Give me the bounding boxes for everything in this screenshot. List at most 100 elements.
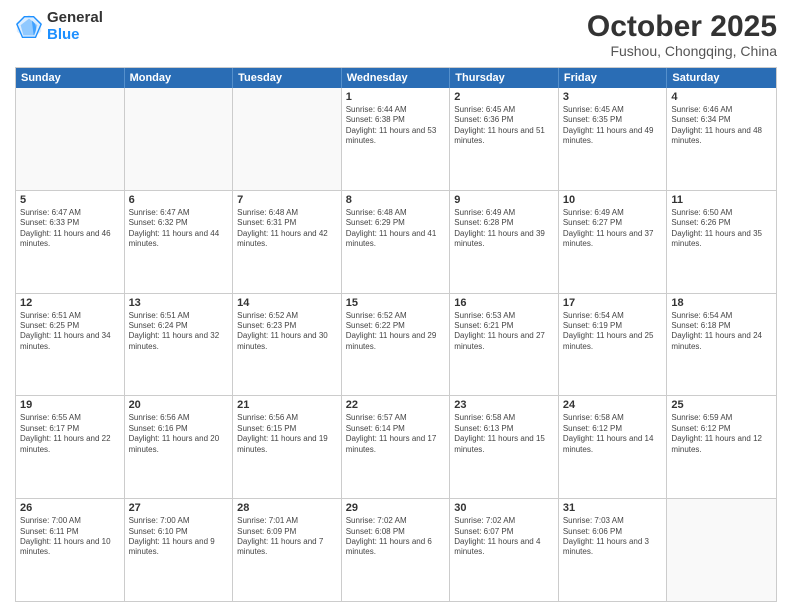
day-details: Sunrise: 7:02 AMSunset: 6:08 PMDaylight:… bbox=[346, 516, 446, 558]
day-details: Sunrise: 6:52 AMSunset: 6:23 PMDaylight:… bbox=[237, 311, 337, 353]
day-details: Sunrise: 6:47 AMSunset: 6:33 PMDaylight:… bbox=[20, 208, 120, 250]
month-title: October 2025 bbox=[587, 10, 777, 43]
day-cell-9: 9Sunrise: 6:49 AMSunset: 6:28 PMDaylight… bbox=[450, 191, 559, 293]
day-number: 31 bbox=[563, 502, 663, 514]
day-details: Sunrise: 6:54 AMSunset: 6:19 PMDaylight:… bbox=[563, 311, 663, 353]
day-cell-5: 5 Sunrise: 6:47 AMSunset: 6:33 PMDaylight… bbox=[16, 191, 125, 293]
day-cell-3: 3 Sunrise: 6:45 AMSunset: 6:35 PMDaylight… bbox=[559, 88, 668, 190]
day-number: 19 bbox=[20, 399, 120, 411]
empty-cell-0-2 bbox=[233, 88, 342, 190]
day-cell-23: 23Sunrise: 6:58 AMSunset: 6:13 PMDayligh… bbox=[450, 396, 559, 498]
day-details: Sunrise: 6:44 AMSunset: 6:38 PMDaylight:… bbox=[346, 105, 446, 147]
day-details: Sunrise: 7:03 AMSunset: 6:06 PMDaylight:… bbox=[563, 516, 663, 558]
day-cell-1: 1Sunrise: 6:44 AMSunset: 6:38 PMDaylight… bbox=[342, 88, 451, 190]
logo-blue: Blue bbox=[47, 27, 103, 44]
day-cell-27: 27Sunrise: 7:00 AMSunset: 6:10 PMDayligh… bbox=[125, 499, 234, 601]
day-details: Sunrise: 6:45 AMSunset: 6:35 PMDaylight:… bbox=[563, 105, 663, 147]
title-block: October 2025 Fushou, Chongqing, China bbox=[587, 10, 777, 59]
day-cell-21: 21Sunrise: 6:56 AMSunset: 6:15 PMDayligh… bbox=[233, 396, 342, 498]
day-cell-28: 28 Sunrise: 7:01 AMSunset: 6:09 PMDayligh… bbox=[233, 499, 342, 601]
day-number: 3 bbox=[563, 91, 663, 103]
logo-icon bbox=[15, 13, 43, 41]
empty-cell-4-6 bbox=[667, 499, 776, 601]
day-details: Sunrise: 6:45 AMSunset: 6:36 PMDaylight:… bbox=[454, 105, 554, 147]
day-details: Sunrise: 6:48 AMSunset: 6:29 PMDaylight:… bbox=[346, 208, 446, 250]
calendar-body: 1Sunrise: 6:44 AMSunset: 6:38 PMDaylight… bbox=[16, 88, 776, 601]
day-cell-4: 4Sunrise: 6:46 AMSunset: 6:34 PMDaylight… bbox=[667, 88, 776, 190]
empty-cell-0-1 bbox=[125, 88, 234, 190]
location-subtitle: Fushou, Chongqing, China bbox=[587, 43, 777, 59]
day-number: 11 bbox=[671, 194, 772, 206]
day-details: Sunrise: 6:57 AMSunset: 6:14 PMDaylight:… bbox=[346, 413, 446, 455]
day-cell-30: 30 Sunrise: 7:02 AMSunset: 6:07 PMDayligh… bbox=[450, 499, 559, 601]
day-details: Sunrise: 7:00 AMSunset: 6:11 PMDaylight:… bbox=[20, 516, 120, 558]
day-number: 20 bbox=[129, 399, 229, 411]
day-details: Sunrise: 7:01 AMSunset: 6:09 PMDaylight:… bbox=[237, 516, 337, 558]
day-number: 15 bbox=[346, 297, 446, 309]
day-number: 8 bbox=[346, 194, 446, 206]
day-number: 7 bbox=[237, 194, 337, 206]
day-details: Sunrise: 6:56 AMSunset: 6:16 PMDaylight:… bbox=[129, 413, 229, 455]
day-cell-24: 24 Sunrise: 6:58 AMSunset: 6:12 PMDayligh… bbox=[559, 396, 668, 498]
header-day-monday: Monday bbox=[125, 68, 234, 88]
day-number: 5 bbox=[20, 194, 120, 206]
day-cell-14: 14 Sunrise: 6:52 AMSunset: 6:23 PMDayligh… bbox=[233, 294, 342, 396]
page: General Blue October 2025 Fushou, Chongq… bbox=[0, 0, 792, 612]
day-cell-11: 11Sunrise: 6:50 AMSunset: 6:26 PMDayligh… bbox=[667, 191, 776, 293]
day-details: Sunrise: 6:49 AMSunset: 6:28 PMDaylight:… bbox=[454, 208, 554, 250]
header-day-tuesday: Tuesday bbox=[233, 68, 342, 88]
day-number: 30 bbox=[454, 502, 554, 514]
header: General Blue October 2025 Fushou, Chongq… bbox=[15, 10, 777, 59]
header-day-saturday: Saturday bbox=[667, 68, 776, 88]
calendar-header: SundayMondayTuesdayWednesdayThursdayFrid… bbox=[16, 68, 776, 88]
day-cell-26: 26 Sunrise: 7:00 AMSunset: 6:11 PMDayligh… bbox=[16, 499, 125, 601]
calendar: SundayMondayTuesdayWednesdayThursdayFrid… bbox=[15, 67, 777, 602]
day-number: 28 bbox=[237, 502, 337, 514]
day-number: 12 bbox=[20, 297, 120, 309]
day-number: 29 bbox=[346, 502, 446, 514]
day-cell-7: 7Sunrise: 6:48 AMSunset: 6:31 PMDaylight… bbox=[233, 191, 342, 293]
day-cell-29: 29 Sunrise: 7:02 AMSunset: 6:08 PMDayligh… bbox=[342, 499, 451, 601]
day-cell-31: 31 Sunrise: 7:03 AMSunset: 6:06 PMDayligh… bbox=[559, 499, 668, 601]
day-details: Sunrise: 7:02 AMSunset: 6:07 PMDaylight:… bbox=[454, 516, 554, 558]
day-details: Sunrise: 6:59 AMSunset: 6:12 PMDaylight:… bbox=[671, 413, 772, 455]
empty-cell-0-0 bbox=[16, 88, 125, 190]
day-cell-18: 18Sunrise: 6:54 AMSunset: 6:18 PMDayligh… bbox=[667, 294, 776, 396]
day-cell-6: 6Sunrise: 6:47 AMSunset: 6:32 PMDaylight… bbox=[125, 191, 234, 293]
day-details: Sunrise: 6:55 AMSunset: 6:17 PMDaylight:… bbox=[20, 413, 120, 455]
day-number: 4 bbox=[671, 91, 772, 103]
header-day-thursday: Thursday bbox=[450, 68, 559, 88]
day-number: 2 bbox=[454, 91, 554, 103]
day-number: 22 bbox=[346, 399, 446, 411]
day-cell-12: 12 Sunrise: 6:51 AMSunset: 6:25 PMDayligh… bbox=[16, 294, 125, 396]
header-day-sunday: Sunday bbox=[16, 68, 125, 88]
logo-general: General bbox=[47, 10, 103, 27]
day-cell-10: 10Sunrise: 6:49 AMSunset: 6:27 PMDayligh… bbox=[559, 191, 668, 293]
day-number: 13 bbox=[129, 297, 229, 309]
day-details: Sunrise: 6:53 AMSunset: 6:21 PMDaylight:… bbox=[454, 311, 554, 353]
day-details: Sunrise: 6:58 AMSunset: 6:12 PMDaylight:… bbox=[563, 413, 663, 455]
calendar-row-5: 26 Sunrise: 7:00 AMSunset: 6:11 PMDayligh… bbox=[16, 499, 776, 601]
day-cell-25: 25Sunrise: 6:59 AMSunset: 6:12 PMDayligh… bbox=[667, 396, 776, 498]
day-cell-13: 13 Sunrise: 6:51 AMSunset: 6:24 PMDayligh… bbox=[125, 294, 234, 396]
calendar-row-1: 1Sunrise: 6:44 AMSunset: 6:38 PMDaylight… bbox=[16, 88, 776, 191]
day-cell-22: 22 Sunrise: 6:57 AMSunset: 6:14 PMDayligh… bbox=[342, 396, 451, 498]
header-day-friday: Friday bbox=[559, 68, 668, 88]
day-details: Sunrise: 6:49 AMSunset: 6:27 PMDaylight:… bbox=[563, 208, 663, 250]
day-cell-2: 2 Sunrise: 6:45 AMSunset: 6:36 PMDaylight… bbox=[450, 88, 559, 190]
day-details: Sunrise: 6:47 AMSunset: 6:32 PMDaylight:… bbox=[129, 208, 229, 250]
day-number: 24 bbox=[563, 399, 663, 411]
day-details: Sunrise: 6:52 AMSunset: 6:22 PMDaylight:… bbox=[346, 311, 446, 353]
day-cell-19: 19 Sunrise: 6:55 AMSunset: 6:17 PMDayligh… bbox=[16, 396, 125, 498]
day-number: 26 bbox=[20, 502, 120, 514]
logo-text: General Blue bbox=[47, 10, 103, 43]
day-number: 16 bbox=[454, 297, 554, 309]
day-cell-20: 20 Sunrise: 6:56 AMSunset: 6:16 PMDayligh… bbox=[125, 396, 234, 498]
day-details: Sunrise: 6:56 AMSunset: 6:15 PMDaylight:… bbox=[237, 413, 337, 455]
day-details: Sunrise: 6:51 AMSunset: 6:25 PMDaylight:… bbox=[20, 311, 120, 353]
header-day-wednesday: Wednesday bbox=[342, 68, 451, 88]
day-cell-16: 16 Sunrise: 6:53 AMSunset: 6:21 PMDayligh… bbox=[450, 294, 559, 396]
day-number: 23 bbox=[454, 399, 554, 411]
day-details: Sunrise: 6:51 AMSunset: 6:24 PMDaylight:… bbox=[129, 311, 229, 353]
day-number: 14 bbox=[237, 297, 337, 309]
